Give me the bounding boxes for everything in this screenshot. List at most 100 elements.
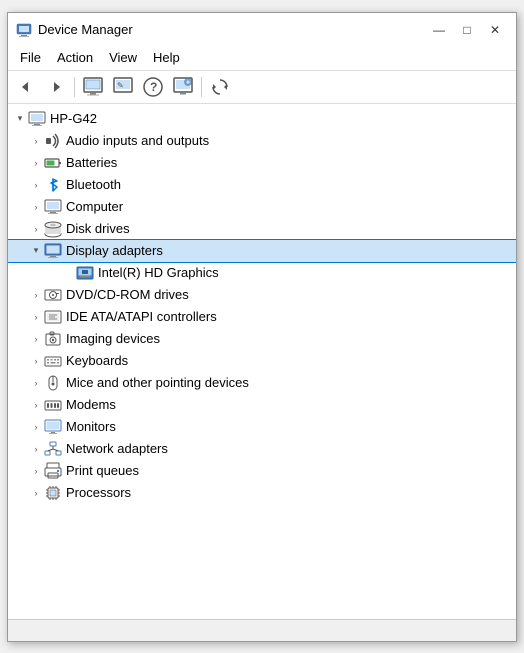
tree-item-ide[interactable]: › IDE ATA/ATAPI controllers: [8, 306, 516, 328]
imaging-expand[interactable]: ›: [28, 331, 44, 347]
minimize-button[interactable]: —: [426, 19, 452, 41]
title-bar: Device Manager — □ ✕: [8, 13, 516, 45]
monitors-expand[interactable]: ›: [28, 419, 44, 435]
processors-expand[interactable]: ›: [28, 485, 44, 501]
audio-icon: [44, 132, 62, 150]
display-expand[interactable]: ▾: [28, 243, 44, 259]
status-bar: [8, 619, 516, 641]
dvd-expand[interactable]: ›: [28, 287, 44, 303]
tree-item-network[interactable]: › Network adapters: [8, 438, 516, 460]
keyboard-icon: [44, 352, 62, 370]
ide-label: IDE ATA/ATAPI controllers: [66, 309, 217, 324]
tree-item-display[interactable]: ▾ Display adapters: [8, 240, 516, 262]
maximize-button[interactable]: □: [454, 19, 480, 41]
toolbar-separator-2: [201, 77, 202, 97]
back-button[interactable]: [12, 74, 40, 100]
tree-root[interactable]: ▾ HP-G42: [8, 108, 516, 130]
dvd-label: DVD/CD-ROM drives: [66, 287, 189, 302]
tree-item-bluetooth[interactable]: › Bluetooth: [8, 174, 516, 196]
print-label: Print queues: [66, 463, 139, 478]
printer-icon: [44, 462, 62, 480]
update-driver-button[interactable]: ✎: [109, 74, 137, 100]
bluetooth-expand[interactable]: ›: [28, 177, 44, 193]
keyboards-expand[interactable]: ›: [28, 353, 44, 369]
tree-item-processors[interactable]: ›: [8, 482, 516, 504]
computer-label: Computer: [66, 199, 123, 214]
network-label: Network adapters: [66, 441, 168, 456]
modem-icon: [44, 396, 62, 414]
intel-label: Intel(R) HD Graphics: [98, 265, 219, 280]
root-icon: [28, 110, 46, 128]
menu-file[interactable]: File: [12, 47, 49, 68]
tree-item-monitors[interactable]: › Monitors: [8, 416, 516, 438]
back-icon: [18, 79, 34, 95]
content-area: ▾ HP-G42 ›: [8, 104, 516, 619]
tree-item-modems[interactable]: › Modems: [8, 394, 516, 416]
audio-label: Audio inputs and outputs: [66, 133, 209, 148]
forward-button[interactable]: [42, 74, 70, 100]
tree-item-keyboards[interactable]: › Keyboards: [8, 350, 516, 372]
close-button[interactable]: ✕: [482, 19, 508, 41]
imaging-label: Imaging devices: [66, 331, 160, 346]
processor-icon: [44, 484, 62, 502]
display-label: Display adapters: [66, 243, 163, 258]
svg-text:?: ?: [150, 80, 157, 94]
imaging-icon: [44, 330, 62, 348]
toolbar-separator-1: [74, 77, 75, 97]
computer-icon: [44, 198, 62, 216]
display-icon: [44, 242, 62, 260]
tree-item-computer[interactable]: › Computer: [8, 196, 516, 218]
audio-expand[interactable]: ›: [28, 133, 44, 149]
tree-item-intel[interactable]: Intel(R) HD Graphics: [8, 262, 516, 284]
properties-button[interactable]: [79, 74, 107, 100]
keyboards-label: Keyboards: [66, 353, 128, 368]
tree-item-mice[interactable]: › Mice and other pointing devices: [8, 372, 516, 394]
monitor-icon: [44, 418, 62, 436]
processors-label: Processors: [66, 485, 131, 500]
root-expand[interactable]: ▾: [12, 111, 28, 127]
menu-bar: File Action View Help: [8, 45, 516, 71]
toolbar: ✎ ? +: [8, 71, 516, 104]
window-title: Device Manager: [38, 22, 133, 37]
svg-text:+: +: [186, 79, 190, 86]
help-icon: ?: [142, 76, 164, 98]
mice-expand[interactable]: ›: [28, 375, 44, 391]
print-expand[interactable]: ›: [28, 463, 44, 479]
bluetooth-icon: [44, 176, 62, 194]
ide-icon: [44, 308, 62, 326]
refresh-button[interactable]: [206, 74, 234, 100]
batteries-expand[interactable]: ›: [28, 155, 44, 171]
title-left: Device Manager: [16, 22, 133, 38]
scan-button[interactable]: +: [169, 74, 197, 100]
menu-help[interactable]: Help: [145, 47, 188, 68]
gpu-icon: [76, 264, 94, 282]
properties-icon: [82, 76, 104, 98]
scan-icon: +: [172, 76, 194, 98]
menu-view[interactable]: View: [101, 47, 145, 68]
help-button[interactable]: ?: [139, 74, 167, 100]
modems-expand[interactable]: ›: [28, 397, 44, 413]
mice-label: Mice and other pointing devices: [66, 375, 249, 390]
disk-label: Disk drives: [66, 221, 130, 236]
tree-item-audio[interactable]: › Audio inputs and outputs: [8, 130, 516, 152]
root-label: HP-G42: [50, 111, 97, 126]
window-controls: — □ ✕: [426, 19, 508, 41]
network-icon: [44, 440, 62, 458]
tree-item-batteries[interactable]: › Batteries: [8, 152, 516, 174]
disk-expand[interactable]: ›: [28, 221, 44, 237]
tree-item-print[interactable]: › Print queues: [8, 460, 516, 482]
tree-item-disk[interactable]: › Disk drives: [8, 218, 516, 240]
tree-item-imaging[interactable]: › Imaging devices: [8, 328, 516, 350]
battery-icon: [44, 154, 62, 172]
disk-icon: [44, 220, 62, 238]
dvd-icon: [44, 286, 62, 304]
app-icon: [16, 22, 32, 38]
ide-expand[interactable]: ›: [28, 309, 44, 325]
device-manager-window: Device Manager — □ ✕ File Action View He…: [7, 12, 517, 642]
computer-expand[interactable]: ›: [28, 199, 44, 215]
refresh-icon: [210, 77, 230, 97]
network-expand[interactable]: ›: [28, 441, 44, 457]
tree-item-dvd[interactable]: › DVD/CD-ROM drives: [8, 284, 516, 306]
menu-action[interactable]: Action: [49, 47, 101, 68]
device-tree[interactable]: ▾ HP-G42 ›: [8, 104, 516, 619]
